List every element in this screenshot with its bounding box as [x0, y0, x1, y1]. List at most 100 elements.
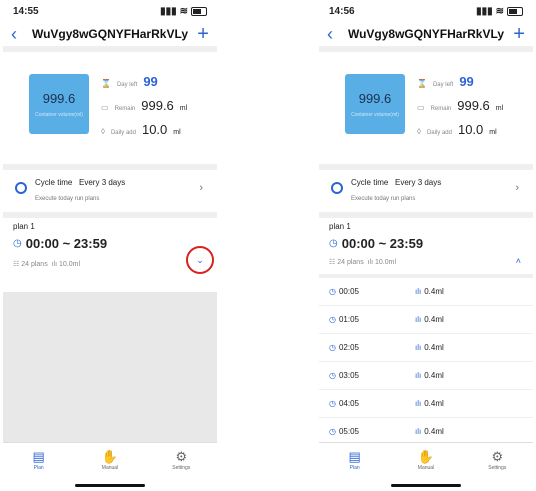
clock-icon: ◷: [329, 343, 336, 352]
gear-icon: ⚙: [491, 449, 504, 464]
tab-settings[interactable]: ⚙ Settings: [467, 443, 527, 491]
chevron-right-icon: ›: [515, 182, 519, 194]
battery-icon: [507, 6, 523, 16]
schedule-list: ◷ 00:05 ılı 0.4ml ◷ 01:05 ılı 0.4ml ◷ 02:05 ılı 0…: [319, 278, 533, 446]
plan-card[interactable]: plan 1 ◷ 00:00 ~ 23:59 ☷ 24 plans ılı 10.…: [319, 218, 533, 274]
daily-add-stat: ◊ Daily add 10.0 ml: [417, 122, 497, 137]
container-info: 999.6 Container volume(ml) ⌛ Day left 99…: [3, 52, 217, 164]
device-title: WuVgy8wGQNYFHarRkVLy: [31, 27, 189, 41]
signal-icon: ▮▮▮: [476, 5, 493, 17]
home-indicator: [391, 484, 461, 487]
clock-icon: ◷: [329, 238, 338, 249]
tank-icon: ▭: [417, 103, 425, 112]
bars-icon: ılı: [367, 259, 374, 266]
bars-icon: ılı: [415, 371, 422, 380]
bars-icon: ılı: [415, 427, 422, 436]
list-item[interactable]: ◷ 04:05 ılı 0.4ml: [319, 390, 533, 418]
phone-screen-expanded: 14:56 ▮▮▮ ≋ ‹ WuVgy8wGQNYFHarRkVLy + 999.…: [319, 0, 533, 491]
container-volume-value: 999.6: [358, 90, 392, 106]
cycle-time-row[interactable]: Cycle time Every 3 days Execute today ru…: [319, 170, 533, 212]
status-bar: 14:56 ▮▮▮ ≋: [319, 0, 533, 22]
plan-time-range: 00:00 ~ 23:59: [341, 236, 424, 251]
clock-icon: ◷: [13, 238, 22, 249]
add-icon[interactable]: +: [193, 23, 209, 46]
status-time: 14:55: [13, 5, 39, 17]
hand-icon: ✋: [417, 449, 435, 464]
container-volume-box: 999.6 Container volume(ml): [345, 74, 405, 134]
cycle-clock-icon: [331, 182, 343, 194]
plan-time-range: 00:00 ~ 23:59: [25, 236, 108, 251]
daily-add-stat: ◊ Daily add 10.0 ml: [101, 122, 181, 137]
day-left-stat: ⌛ Day left 99: [417, 74, 474, 89]
remain-stat: ▭ Remain 999.6 ml: [417, 98, 504, 113]
plan-amount: 10.0ml: [375, 259, 397, 266]
cycle-time-row[interactable]: Cycle time Every 3 days Execute today ru…: [3, 170, 217, 212]
back-icon[interactable]: ‹: [327, 24, 343, 45]
bars-icon: ılı: [415, 399, 422, 408]
cycle-subtext: Execute today run plans: [35, 196, 100, 202]
wifi-icon: ≋: [179, 5, 188, 17]
cycle-label: Cycle time: [351, 178, 389, 187]
list-item[interactable]: ◷ 02:05 ılı 0.4ml: [319, 334, 533, 362]
bars-icon: ılı: [415, 287, 422, 296]
plan-count: 24 plans: [337, 259, 364, 266]
plan-name: plan 1: [329, 222, 351, 231]
expand-button-highlight[interactable]: ⌄: [186, 246, 214, 274]
plan-card[interactable]: plan 1 ◷ 00:00 ~ 23:59 ☷ 24 plans ılı 10.…: [3, 218, 217, 286]
status-time: 14:56: [329, 5, 355, 17]
empty-area: [3, 292, 217, 442]
collapse-button[interactable]: ˄: [516, 256, 521, 266]
cycle-label: Cycle time: [35, 178, 73, 187]
nav-bar: ‹ WuVgy8wGQNYFHarRkVLy +: [319, 22, 533, 46]
clock-icon: ◷: [329, 315, 336, 324]
remain-stat: ▭ Remain 999.6 ml: [101, 98, 188, 113]
hourglass-icon: ⌛: [101, 79, 111, 88]
list-item[interactable]: ◷ 03:05 ılı 0.4ml: [319, 362, 533, 390]
clock-icon: ◷: [329, 427, 336, 436]
home-indicator: [75, 484, 145, 487]
day-left-stat: ⌛ Day left 99: [101, 74, 158, 89]
tab-plan[interactable]: ▤ Plan: [325, 443, 385, 491]
plan-name: plan 1: [13, 222, 35, 231]
container-volume-label: Container volume(ml): [35, 111, 83, 118]
phone-screen-collapsed: 14:55 ▮▮▮ ≋ ‹ WuVgy8wGQNYFHarRkVLy + 999.…: [3, 0, 217, 491]
calendar-icon: ▤: [348, 449, 361, 464]
container-volume-box: 999.6 Container volume(ml): [29, 74, 89, 134]
calendar-icon: ▤: [32, 449, 45, 464]
gear-icon: ⚙: [175, 449, 188, 464]
hourglass-icon: ⌛: [417, 79, 427, 88]
container-volume-label: Container volume(ml): [351, 111, 399, 118]
container-volume-value: 999.6: [42, 90, 76, 106]
bars-icon: ılı: [51, 261, 58, 268]
battery-icon: [191, 6, 207, 16]
tab-settings[interactable]: ⚙ Settings: [151, 443, 211, 491]
hand-icon: ✋: [101, 449, 119, 464]
back-icon[interactable]: ‹: [11, 24, 27, 45]
device-title: WuVgy8wGQNYFHarRkVLy: [347, 27, 505, 41]
list-icon: ☷: [329, 259, 336, 266]
plan-count: 24 plans: [21, 261, 48, 268]
cycle-value: Every 3 days: [79, 178, 126, 187]
tab-plan[interactable]: ▤ Plan: [9, 443, 69, 491]
bars-icon: ılı: [415, 315, 422, 324]
tank-icon: ▭: [101, 103, 109, 112]
list-icon: ☷: [13, 261, 20, 268]
cycle-subtext: Execute today run plans: [351, 196, 416, 202]
chevron-down-icon: ⌄: [196, 254, 204, 265]
clock-icon: ◷: [329, 371, 336, 380]
cycle-value: Every 3 days: [395, 178, 442, 187]
list-item[interactable]: ◷ 00:05 ılı 0.4ml: [319, 278, 533, 306]
plan-amount: 10.0ml: [59, 261, 81, 268]
drop-icon: ◊: [417, 127, 421, 136]
cycle-clock-icon: [15, 182, 27, 194]
container-info: 999.6 Container volume(ml) ⌛ Day left 99…: [319, 52, 533, 164]
bars-icon: ılı: [415, 343, 422, 352]
nav-bar: ‹ WuVgy8wGQNYFHarRkVLy +: [3, 22, 217, 46]
list-item[interactable]: ◷ 01:05 ılı 0.4ml: [319, 306, 533, 334]
clock-icon: ◷: [329, 399, 336, 408]
status-bar: 14:55 ▮▮▮ ≋: [3, 0, 217, 22]
signal-icon: ▮▮▮: [160, 5, 177, 17]
chevron-up-icon: ˄: [515, 256, 521, 266]
add-icon[interactable]: +: [509, 23, 525, 46]
wifi-icon: ≋: [495, 5, 504, 17]
